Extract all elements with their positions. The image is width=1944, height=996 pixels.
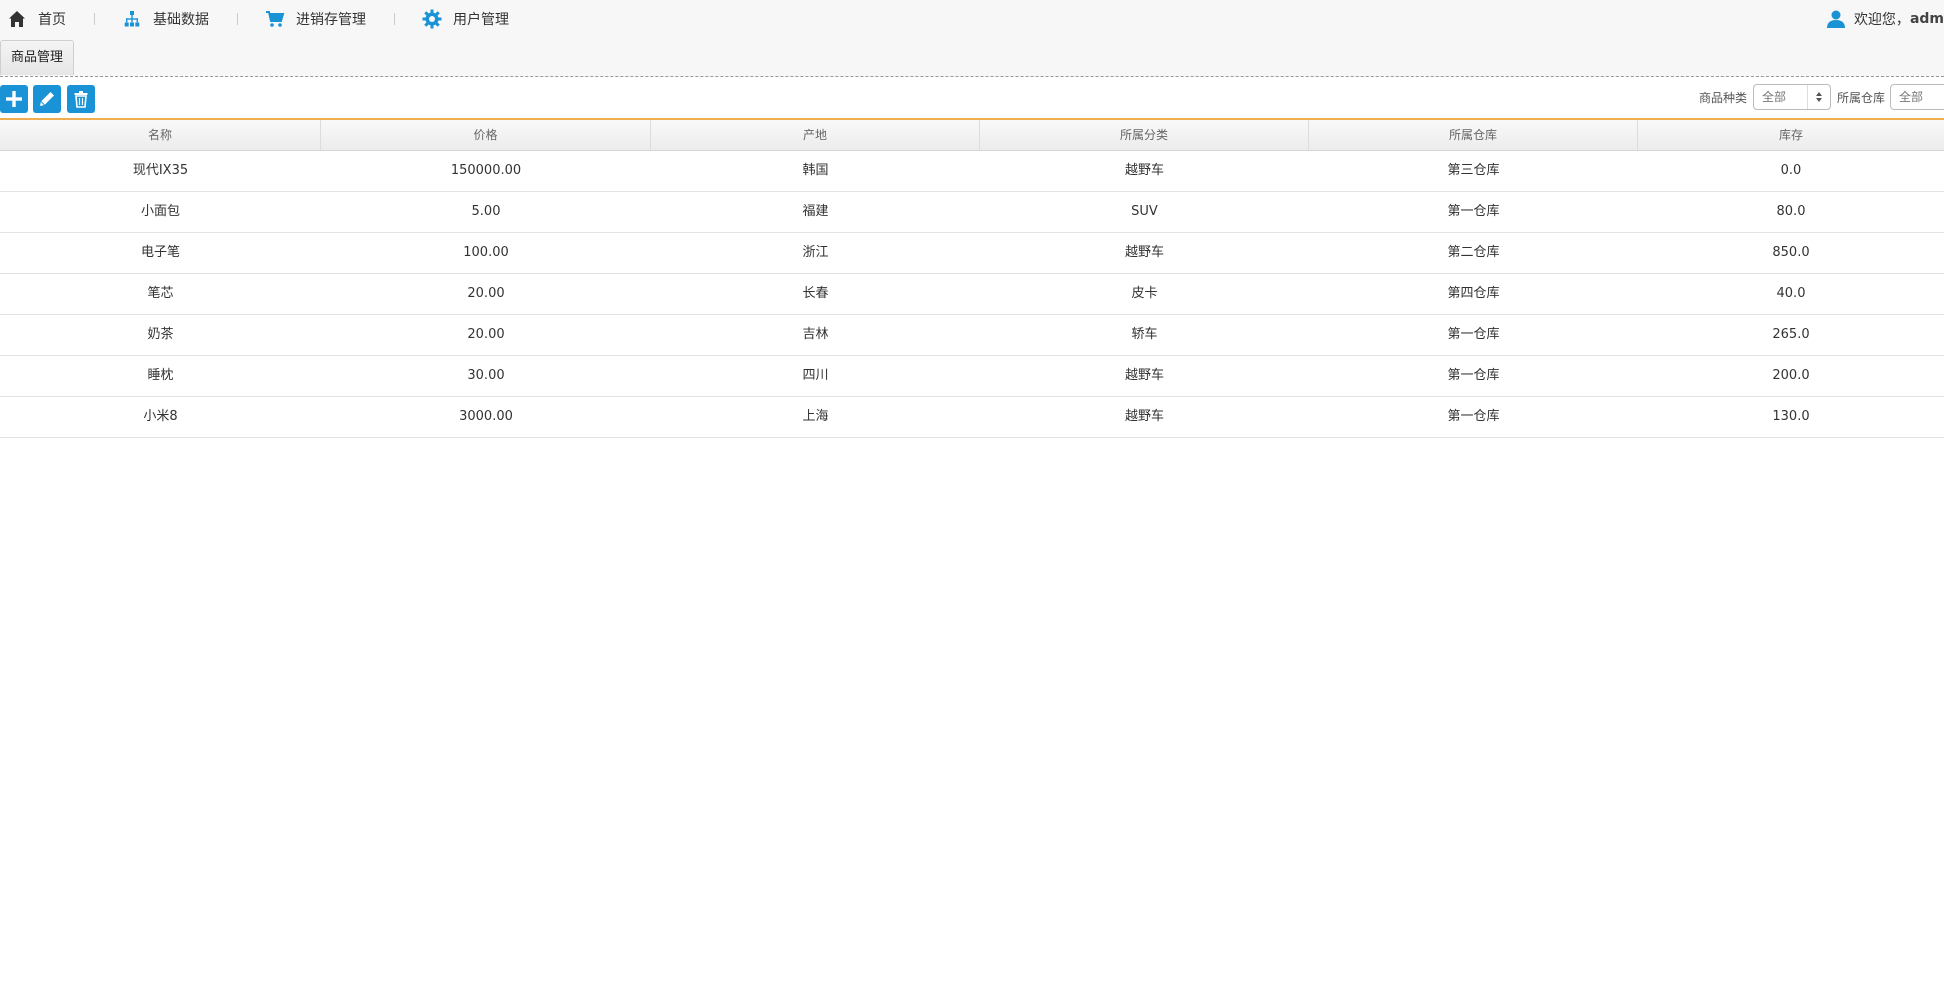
- nav-item-basic-data[interactable]: 基础数据: [115, 0, 217, 38]
- cell-category: 轿车: [1131, 327, 1158, 342]
- nav-item-label: 用户管理: [453, 12, 509, 28]
- column-header-category[interactable]: 所属分类: [980, 120, 1309, 150]
- cell-warehouse: 第一仓库: [1447, 204, 1500, 219]
- user-icon: [1826, 9, 1846, 29]
- cell-stock: 200.0: [1772, 368, 1810, 383]
- table-row[interactable]: 奶茶 20.00 吉林 轿车 第一仓库 265.0: [0, 315, 1944, 356]
- welcome-text: 欢迎您，: [1853, 12, 1910, 28]
- cell-origin: 四川: [802, 368, 829, 383]
- table-header: 名称 价格 产地 所属分类 所属仓库 库存: [0, 120, 1944, 151]
- cell-warehouse: 第一仓库: [1447, 327, 1500, 342]
- column-header-name[interactable]: 名称: [0, 120, 321, 150]
- cell-warehouse: 第四仓库: [1447, 286, 1500, 301]
- nav-separator: [394, 13, 395, 25]
- gear-icon: [421, 8, 443, 30]
- nav-item-label: 首页: [38, 12, 66, 28]
- cell-warehouse: 第二仓库: [1447, 245, 1500, 260]
- plus-icon: [5, 90, 23, 108]
- cell-origin: 韩国: [802, 163, 829, 178]
- cell-name: 笔芯: [147, 286, 174, 301]
- cell-name: 小面包: [140, 204, 180, 219]
- cell-price: 3000.00: [459, 409, 513, 424]
- cell-warehouse: 第三仓库: [1447, 163, 1500, 178]
- table-row[interactable]: 现代IX35 150000.00 韩国 越野车 第三仓库 0.0: [0, 151, 1944, 192]
- cell-category: SUV: [1131, 204, 1158, 219]
- cell-price: 100.00: [463, 245, 509, 260]
- cell-name: 小米8: [143, 409, 178, 424]
- nav-item-user-management[interactable]: 用户管理: [415, 0, 517, 38]
- cell-price: 20.00: [467, 286, 505, 301]
- cell-stock: 80.0: [1776, 204, 1806, 219]
- cell-warehouse: 第一仓库: [1447, 368, 1500, 383]
- table-row[interactable]: 睡枕 30.00 四川 越野车 第一仓库 200.0: [0, 356, 1944, 397]
- cell-price: 30.00: [467, 368, 505, 383]
- welcome-area: 欢迎您， adm: [1826, 0, 1944, 38]
- tab-strip: 商品管理: [0, 38, 1944, 77]
- column-header-warehouse[interactable]: 所属仓库: [1309, 120, 1638, 150]
- column-header-price[interactable]: 价格: [321, 120, 651, 150]
- cell-origin: 福建: [802, 204, 829, 219]
- category-filter-select[interactable]: 全部: [1753, 84, 1831, 110]
- column-header-stock[interactable]: 库存: [1638, 120, 1944, 150]
- category-filter-value: 全部: [1762, 90, 1787, 104]
- nav-item-label: 基础数据: [153, 12, 209, 28]
- nav-separator: [237, 13, 238, 25]
- cell-stock: 265.0: [1772, 327, 1810, 342]
- cell-category: 皮卡: [1131, 286, 1158, 301]
- toolbar: 商品种类 全部 所属仓库 全部: [0, 77, 1944, 120]
- cell-origin: 长春: [802, 286, 829, 301]
- cell-origin: 上海: [802, 409, 829, 424]
- cell-warehouse: 第一仓库: [1447, 409, 1500, 424]
- select-arrow-icon: [1807, 85, 1830, 109]
- warehouse-filter-value: 全部: [1899, 90, 1924, 104]
- cell-price: 20.00: [467, 327, 505, 342]
- pencil-icon: [38, 90, 56, 108]
- cell-origin: 吉林: [802, 327, 829, 342]
- cell-name: 电子笔: [140, 245, 180, 260]
- category-filter-label: 商品种类: [1699, 91, 1748, 105]
- table-body: 现代IX35 150000.00 韩国 越野车 第三仓库 0.0 小面包 5.0…: [0, 151, 1944, 438]
- edit-button[interactable]: [33, 85, 61, 113]
- cell-stock: 130.0: [1772, 409, 1810, 424]
- table-row[interactable]: 笔芯 20.00 长春 皮卡 第四仓库 40.0: [0, 274, 1944, 315]
- cell-name: 奶茶: [147, 327, 174, 342]
- table-row[interactable]: 小米8 3000.00 上海 越野车 第一仓库 130.0: [0, 397, 1944, 438]
- table-row[interactable]: 小面包 5.00 福建 SUV 第一仓库 80.0: [0, 192, 1944, 233]
- delete-button[interactable]: [67, 85, 95, 113]
- sitemap-icon: [121, 8, 143, 30]
- nav-separator: [94, 13, 95, 25]
- column-header-origin[interactable]: 产地: [651, 120, 980, 150]
- cell-category: 越野车: [1124, 409, 1164, 424]
- cell-stock: 0.0: [1780, 163, 1802, 178]
- add-button[interactable]: [0, 85, 28, 113]
- home-icon: [6, 8, 28, 30]
- nav-item-inventory[interactable]: 进销存管理: [258, 0, 374, 38]
- cell-name: 睡枕: [147, 368, 174, 383]
- cell-price: 150000.00: [450, 163, 522, 178]
- cell-price: 5.00: [471, 204, 501, 219]
- cell-category: 越野车: [1124, 163, 1164, 178]
- warehouse-filter-label: 所属仓库: [1837, 91, 1886, 105]
- cell-name: 现代IX35: [132, 163, 189, 178]
- tab-product-management[interactable]: 商品管理: [0, 40, 75, 75]
- trash-icon: [72, 90, 90, 108]
- user-name[interactable]: adm: [1910, 11, 1944, 27]
- top-nav-bar: 首页 基础数据 进销存管理 用户管理 欢迎您， adm: [0, 0, 1944, 38]
- cell-origin: 浙江: [802, 245, 829, 260]
- nav-item-label: 进销存管理: [296, 12, 366, 28]
- cell-category: 越野车: [1124, 245, 1164, 260]
- nav-item-home[interactable]: 首页: [0, 0, 74, 38]
- cell-stock: 40.0: [1776, 286, 1806, 301]
- cell-category: 越野车: [1124, 368, 1164, 383]
- warehouse-filter-select[interactable]: 全部: [1890, 84, 1944, 110]
- cart-icon: [264, 8, 286, 30]
- cell-stock: 850.0: [1772, 245, 1810, 260]
- table-row[interactable]: 电子笔 100.00 浙江 越野车 第二仓库 850.0: [0, 233, 1944, 274]
